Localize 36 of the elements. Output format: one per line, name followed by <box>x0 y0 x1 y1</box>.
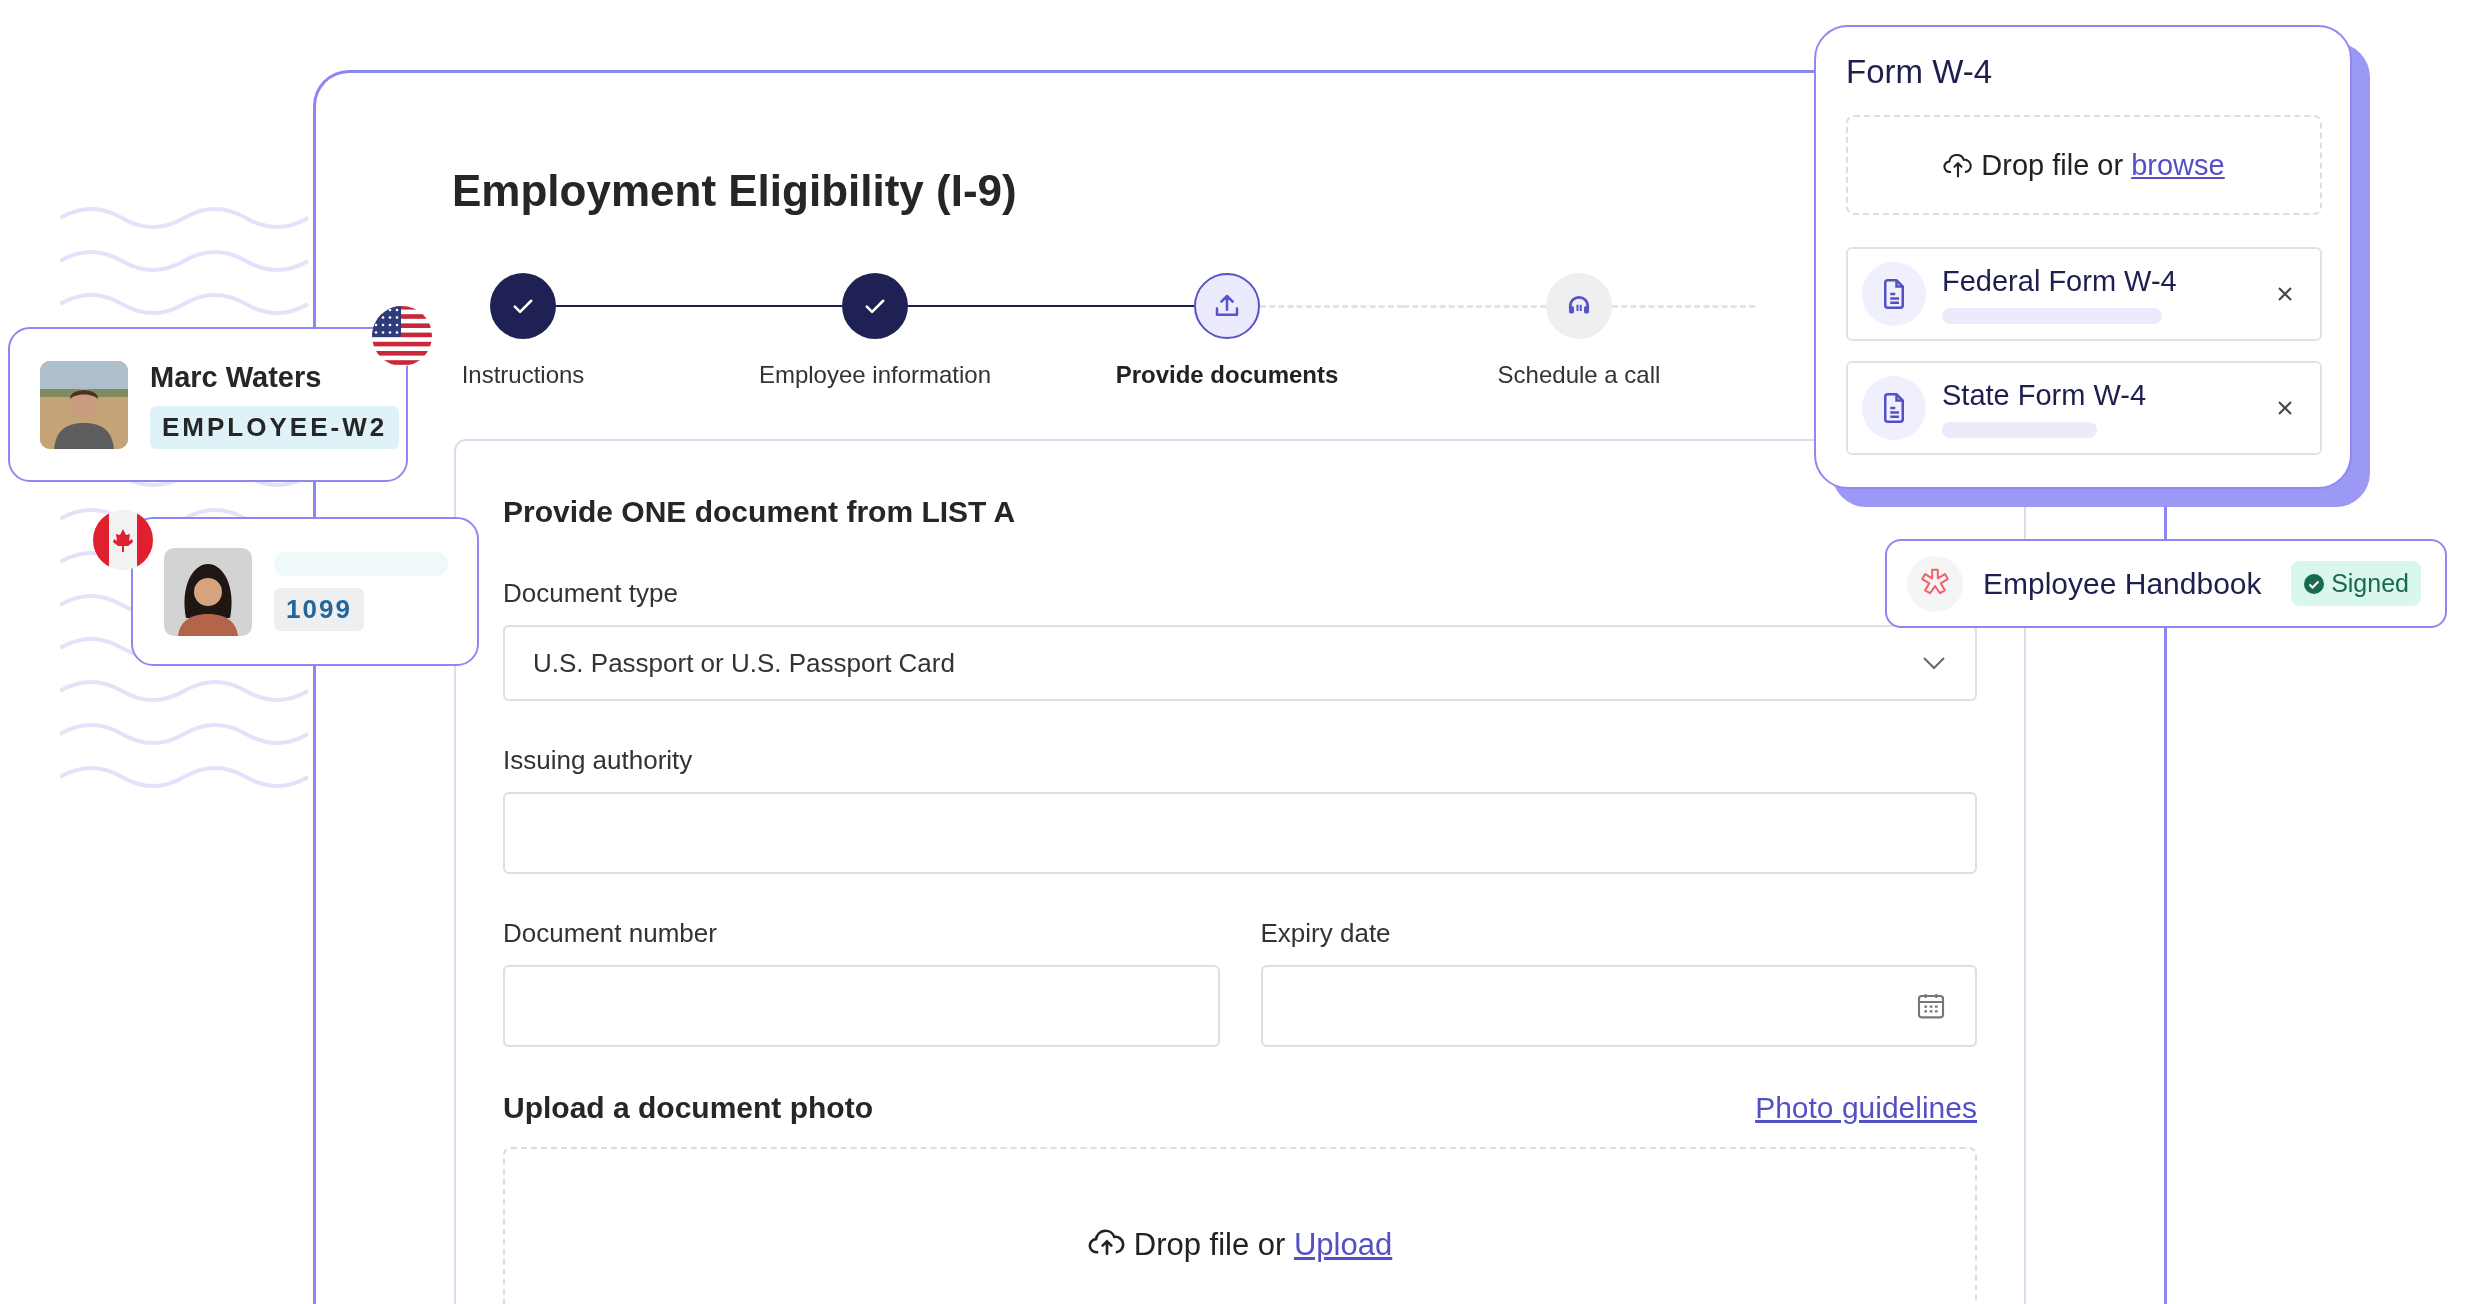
date-field[interactable] <box>1260 965 1977 1047</box>
employee-name: Marc Waters <box>150 360 322 394</box>
input-field[interactable] <box>503 792 1977 874</box>
file-name: Federal Form W-4 <box>1942 264 2178 298</box>
step-label: Instructions <box>461 361 585 389</box>
upload-link[interactable]: Upload <box>1294 1227 1393 1262</box>
cloud-upload-icon <box>1943 152 1974 178</box>
photo-guidelines-link[interactable]: Photo guidelines <box>1755 1091 1977 1125</box>
file-name: State Form W-4 <box>1942 378 2148 412</box>
document-title: Employee Handbook <box>1983 566 2263 601</box>
field-label: Document number <box>503 918 717 949</box>
drop-instructions: Drop file or Upload <box>1133 1227 1393 1263</box>
drop-zone[interactable]: Drop file or browse <box>1846 115 2322 215</box>
check-circle-icon <box>2303 572 2326 595</box>
browse-link[interactable]: browse <box>2131 148 2225 181</box>
card-title: Form W-4 <box>1846 53 1994 91</box>
page-title: Employment Eligibility (I-9) <box>452 165 1017 217</box>
close-icon <box>2276 399 2294 417</box>
step-label: Employee information <box>758 361 992 389</box>
dropdown[interactable]: U.S. Passport or U.S. Passport Card <box>503 625 1977 701</box>
employment-type-tag: 1099 <box>274 588 364 631</box>
field-label: Document type <box>503 578 678 609</box>
chevron-down-icon <box>1921 655 1947 671</box>
status-tag: Signed <box>2291 561 2421 606</box>
drop-zone[interactable]: Drop file or Upload <box>503 1147 1977 1304</box>
section-heading: Upload a document photo <box>503 1091 873 1125</box>
input-field[interactable] <box>503 965 1220 1047</box>
step-label: Provide documents <box>1115 361 1339 389</box>
field-label: Expiry date <box>1260 918 1391 949</box>
employment-type-tag: EMPLOYEE-W2 <box>150 405 400 449</box>
section-heading: Provide ONE document from LIST A <box>503 495 1017 529</box>
step-label: Schedule a call <box>1497 361 1661 389</box>
field-label: Issuing authority <box>503 745 693 776</box>
drop-instructions: Drop file or browse <box>1981 148 2225 182</box>
cloud-upload-icon <box>1087 1227 1126 1257</box>
close-icon <box>2276 285 2294 303</box>
